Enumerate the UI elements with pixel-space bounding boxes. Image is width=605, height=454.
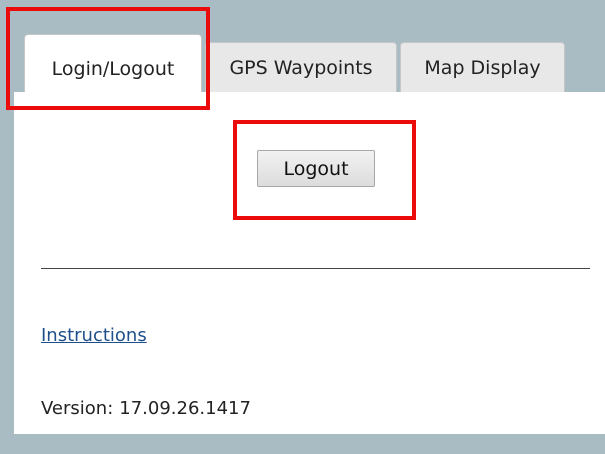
version-info: Version: 17.09.26.1417 [41,398,251,419]
app-panel: Login/Logout GPS Waypoints Map Display L… [14,28,605,434]
version-value: 17.09.26.1417 [119,398,251,419]
tab-content: Logout Instructions Version: 17.09.26.141… [14,92,605,434]
version-label: Version: [41,398,114,419]
tab-login-logout[interactable]: Login/Logout [24,34,202,92]
instructions-link[interactable]: Instructions [41,325,147,346]
tab-bar: Login/Logout GPS Waypoints Map Display [14,28,605,92]
divider [41,268,590,269]
tab-map-display[interactable]: Map Display [400,42,565,92]
logout-button[interactable]: Logout [257,150,375,187]
tab-gps-waypoints[interactable]: GPS Waypoints [205,42,397,92]
